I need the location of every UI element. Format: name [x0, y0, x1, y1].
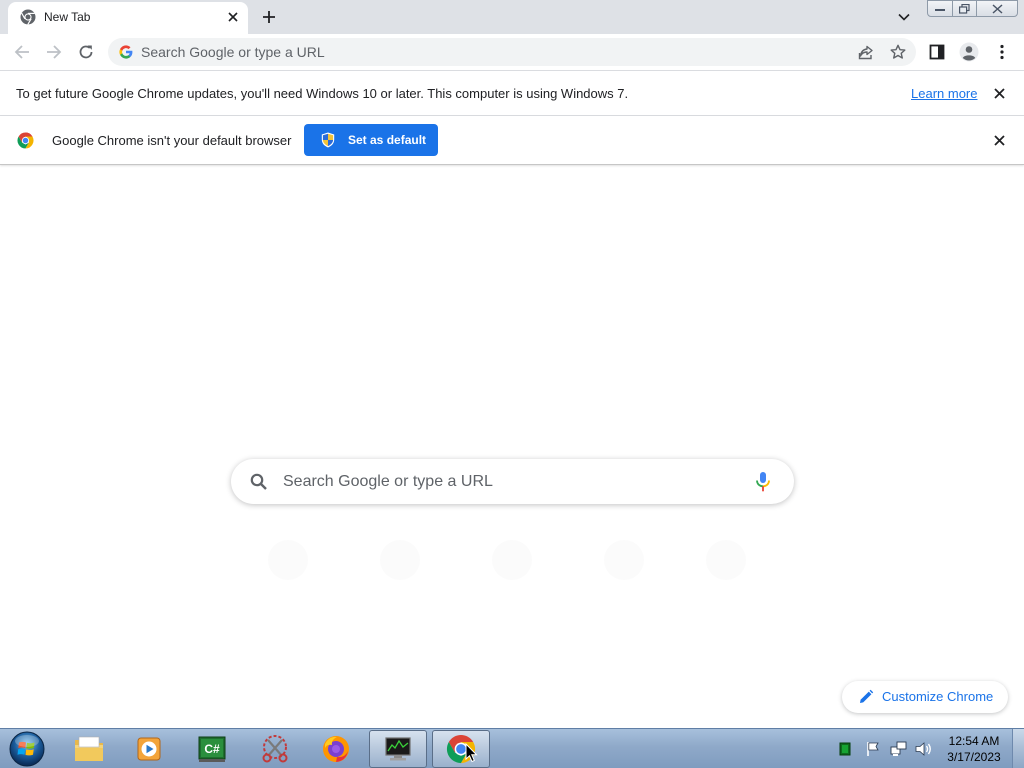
taskbar-snipping-tool[interactable]	[246, 730, 304, 768]
windows-explorer-icon	[75, 736, 103, 761]
microphone-icon[interactable]	[754, 471, 772, 493]
omnibox[interactable]	[108, 38, 916, 66]
tray-network[interactable]	[889, 729, 909, 768]
show-desktop-button[interactable]	[1012, 729, 1024, 768]
taskbar-clock[interactable]: 12:54 AM 3/17/2023	[940, 733, 1008, 765]
csharp-ide-icon: C#	[198, 736, 226, 762]
side-panel-button[interactable]	[925, 40, 949, 64]
shield-icon	[321, 132, 335, 148]
minimize-icon	[935, 8, 945, 11]
omnibox-input[interactable]	[141, 38, 841, 66]
chrome-menu-button[interactable]	[990, 40, 1014, 64]
share-button[interactable]	[856, 42, 876, 62]
taskbar-csharp-ide[interactable]: C#	[183, 730, 241, 768]
search-icon	[250, 473, 267, 490]
green-status-icon	[839, 742, 851, 756]
pencil-icon	[860, 689, 874, 703]
ntp-search-box[interactable]	[231, 459, 794, 504]
default-browser-infobar: Google Chrome isn't your default browser…	[0, 116, 1024, 165]
close-icon	[992, 3, 1002, 14]
update-infobar-close-button[interactable]	[991, 85, 1007, 101]
close-icon	[993, 87, 1005, 99]
back-button[interactable]	[10, 40, 34, 64]
plus-icon	[263, 11, 275, 23]
reload-button[interactable]	[74, 40, 98, 64]
forward-button[interactable]	[42, 40, 66, 64]
chrome-icon	[20, 9, 36, 25]
more-vert-icon	[1000, 44, 1004, 60]
clock-date: 3/17/2023	[947, 750, 1001, 764]
bookmark-star-button[interactable]	[888, 42, 908, 62]
shortcut-placeholder	[380, 540, 420, 580]
taskbar-chrome[interactable]	[432, 730, 490, 768]
set-as-default-label: Set as default	[348, 133, 427, 147]
share-icon	[858, 45, 873, 60]
star-icon	[890, 44, 906, 59]
tray-action-center[interactable]	[864, 729, 882, 768]
maximize-icon	[959, 3, 970, 14]
shortcut-placeholder	[604, 540, 644, 580]
network-icon	[890, 741, 907, 756]
start-button[interactable]	[7, 730, 47, 768]
update-message: To get future Google Chrome updates, you…	[16, 86, 629, 101]
flag-icon	[867, 742, 879, 756]
close-icon	[993, 134, 1005, 146]
window-close-button[interactable]	[976, 0, 1018, 17]
default-infobar-close-button[interactable]	[991, 132, 1007, 148]
forward-arrow-icon	[47, 45, 62, 59]
google-icon	[119, 45, 133, 59]
taskbar-media-player[interactable]	[120, 730, 178, 768]
ntp-search-input[interactable]	[283, 459, 743, 504]
mouse-cursor-icon	[465, 743, 478, 763]
update-infobar: To get future Google Chrome updates, you…	[0, 71, 1024, 116]
tab-close-button[interactable]	[222, 6, 244, 28]
avatar-icon	[959, 42, 979, 62]
learn-more-link[interactable]: Learn more	[911, 86, 977, 101]
back-arrow-icon	[14, 45, 29, 59]
taskbar-system-monitor[interactable]	[369, 730, 427, 768]
taskbar-explorer[interactable]	[60, 730, 118, 768]
snipping-tool-icon	[262, 735, 288, 763]
tray-volume[interactable]	[914, 729, 934, 768]
close-icon	[228, 12, 238, 22]
speaker-icon	[915, 742, 931, 756]
set-as-default-button[interactable]: Set as default	[304, 124, 438, 156]
svg-text:C#: C#	[204, 742, 220, 756]
tab-search-button[interactable]	[893, 6, 915, 28]
chevron-down-icon	[898, 13, 910, 21]
windows-taskbar: C# 12:54 AM 3/17/2023	[0, 728, 1024, 768]
shortcut-placeholder	[268, 540, 308, 580]
firefox-icon	[323, 736, 349, 762]
windows-logo-icon	[9, 731, 45, 767]
new-tab-button[interactable]	[257, 5, 281, 29]
browser-toolbar	[0, 34, 1024, 71]
reload-icon	[79, 45, 93, 59]
default-browser-message: Google Chrome isn't your default browser	[52, 133, 292, 148]
tab-strip: New Tab	[0, 0, 1024, 34]
taskbar-firefox[interactable]	[307, 730, 365, 768]
side-panel-icon	[929, 44, 945, 60]
customize-chrome-label: Customize Chrome	[882, 689, 994, 704]
minimize-button[interactable]	[927, 0, 953, 17]
shortcut-placeholder	[706, 540, 746, 580]
tray-app-indicator[interactable]	[836, 729, 854, 768]
chrome-logo-icon	[17, 132, 34, 149]
shortcut-placeholder	[492, 540, 532, 580]
media-player-icon	[137, 737, 161, 761]
profile-button[interactable]	[957, 40, 981, 64]
tab-title: New Tab	[44, 10, 91, 24]
restore-button[interactable]	[952, 0, 977, 17]
tab-new-tab[interactable]: New Tab	[8, 2, 248, 34]
system-monitor-icon	[385, 737, 411, 761]
clock-time: 12:54 AM	[948, 734, 1000, 748]
customize-chrome-button[interactable]: Customize Chrome	[842, 681, 1008, 713]
